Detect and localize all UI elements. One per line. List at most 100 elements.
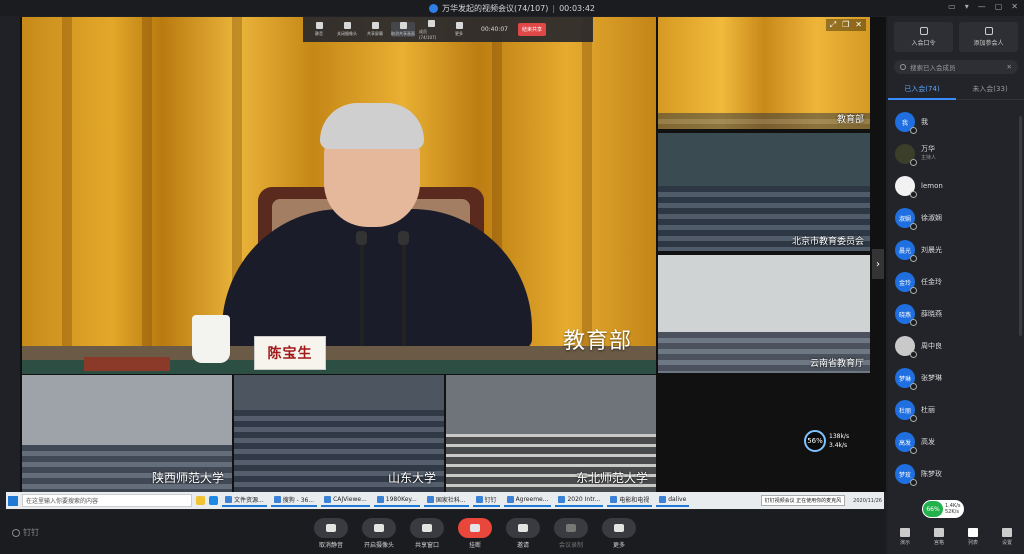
window-controls: ▭ ▾ — ▢ ✕ xyxy=(948,2,1018,11)
taskbar-app[interactable]: Agreeme... xyxy=(503,494,552,507)
taskbar-app[interactable]: 2020 Intr... xyxy=(555,494,604,507)
hangup-button[interactable]: 挂断 xyxy=(458,518,492,549)
taskbar-app[interactable]: 电影和电视 xyxy=(607,494,653,507)
clear-icon[interactable]: ✕ xyxy=(1007,63,1012,71)
member-role: 主持人 xyxy=(921,155,937,161)
share-toolbar: 静音 关闭摄像头 共享屏幕 取消共享画面 成员(74/107) 更多 00:40… xyxy=(303,17,593,42)
mic-status-icon xyxy=(910,447,917,454)
bottom-video-tile[interactable]: 山东大学 xyxy=(234,375,444,492)
settings-button[interactable]: 设置 xyxy=(994,528,1020,546)
key-icon xyxy=(919,27,928,35)
members-icon xyxy=(427,19,435,27)
side-video-tile[interactable]: ⤢ ❐ ✕ 教育部 xyxy=(658,17,870,129)
more-button[interactable]: 更多 xyxy=(602,518,636,549)
windows-taskbar: 在这里输入你要搜索的内容 文件资源... 搜狗 - 36... CAJViewe… xyxy=(6,492,884,509)
unmute-button[interactable]: 取消静音 xyxy=(314,518,348,549)
toolbar-members-button[interactable]: 成员(74/107) xyxy=(419,19,443,40)
member-name: 薛晓燕 xyxy=(921,309,942,318)
end-share-button[interactable]: 结束共享 xyxy=(517,23,546,36)
member-search-input[interactable]: 搜索已入会成员 ✕ xyxy=(894,60,1018,74)
tile-label: 教育部 xyxy=(836,115,864,125)
taskbar-app[interactable]: 文件资源... xyxy=(222,494,267,507)
avatar: 晨光 xyxy=(895,240,917,262)
taskbar-app[interactable]: 国家社科... xyxy=(423,494,469,507)
minimize-button[interactable]: — xyxy=(978,2,986,11)
tile-label: 山东大学 xyxy=(387,471,436,485)
bottom-video-tile[interactable]: 东北师范大学 xyxy=(446,375,656,492)
share-window-button[interactable]: 共享窗口 xyxy=(410,518,444,549)
panel-scrollbar[interactable] xyxy=(1019,116,1022,336)
taskbar-app[interactable]: CAJViewe... xyxy=(321,494,370,507)
restore-icon[interactable]: ❐ xyxy=(842,20,849,30)
tab-not-joined[interactable]: 未入会(33) xyxy=(956,80,1024,100)
maximize-button[interactable]: ▢ xyxy=(995,2,1003,11)
tile-label: 东北师范大学 xyxy=(575,471,648,485)
member-list: 我我 万华 主持人 lemon 淑娴 徐淑娴 晨光 刘晨光 金玲 任金玲 晓燕 薛晓燕 周… xyxy=(888,100,1024,490)
member-item[interactable]: 我我 xyxy=(888,106,1024,138)
toolbar-more-button[interactable]: 更多 xyxy=(447,22,471,37)
window-title: 万华发起的视频会议(74/107) xyxy=(441,3,549,13)
side-video-tile[interactable]: 北京市教育委员会 xyxy=(658,133,870,251)
taskbar-app[interactable]: 搜狗 - 36... xyxy=(270,494,318,507)
avatar: 我 xyxy=(895,112,917,134)
member-item[interactable]: 梦琳 张梦琳 xyxy=(888,362,1024,394)
member-item[interactable]: 晨光 刘晨光 xyxy=(888,234,1024,266)
bottom-video-tile[interactable]: 陕西师范大学 xyxy=(22,375,232,492)
chevron-right-icon[interactable]: › xyxy=(872,249,884,279)
toolbar-share-button[interactable]: 共享屏幕 xyxy=(363,22,387,37)
close-tile-icon[interactable]: ✕ xyxy=(855,20,862,30)
member-item[interactable]: 周中良 xyxy=(888,330,1024,362)
mic-status-icon xyxy=(910,415,917,422)
tab-joined[interactable]: 已入会(74) xyxy=(888,80,956,100)
speed-badge: 66% 1.4K/s 52K/s xyxy=(922,500,964,518)
fullscreen-icon[interactable]: ⤢ xyxy=(830,20,836,30)
taskbar-app[interactable]: 1980Key... xyxy=(373,494,420,507)
add-participant-button[interactable]: 添加参会人 xyxy=(959,22,1018,52)
members-panel: 入会口令 添加参会人 搜索已入会成员 ✕ 已入会(74) 未入会(33) 我我 … xyxy=(888,16,1024,554)
share-screen-icon xyxy=(422,524,432,532)
share-icon xyxy=(371,22,379,29)
toolbar-layout-button[interactable]: 取消共享画面 xyxy=(391,22,415,37)
camera-on-button[interactable]: 开启摄像头 xyxy=(362,518,396,549)
record-button[interactable]: 会议录制 xyxy=(554,518,588,549)
member-item[interactable]: 万华 主持人 xyxy=(888,138,1024,170)
folder-icon[interactable] xyxy=(196,496,205,505)
nameplate: 陈宝生 xyxy=(254,336,326,370)
invite-button[interactable]: 邀请 xyxy=(506,518,540,549)
taskbar-app[interactable]: 钉钉 xyxy=(472,494,500,507)
mic-status-icon xyxy=(910,159,917,166)
grid-button[interactable]: 宫格 xyxy=(926,528,952,546)
record-icon xyxy=(566,524,576,532)
pip-button[interactable]: ▭ xyxy=(948,2,956,11)
taskbar-search-input[interactable]: 在这里输入你要搜索的内容 xyxy=(22,494,192,507)
member-item[interactable]: 杜丽 杜丽 xyxy=(888,394,1024,426)
member-item[interactable]: 高发 高发 xyxy=(888,426,1024,458)
member-item[interactable]: lemon xyxy=(888,170,1024,202)
list-button[interactable]: 列表 xyxy=(960,528,986,546)
meeting-timer: 00:03:42 xyxy=(559,3,596,13)
main-speaker-video[interactable]: 陈宝生 教育部 xyxy=(22,17,656,374)
present-icon xyxy=(900,528,910,537)
windows-start-icon[interactable] xyxy=(8,495,18,506)
mic-usage-notification[interactable]: 钉钉视频会议 正在使用你的麦克风 xyxy=(760,495,846,506)
present-button[interactable]: 演示 xyxy=(892,528,918,546)
taskbar-app[interactable]: dalive xyxy=(656,494,690,507)
member-item[interactable]: 梦玫 陈梦玫 xyxy=(888,458,1024,490)
member-name: 我 xyxy=(921,117,928,126)
toolbar-mute-button[interactable]: 静音 xyxy=(307,22,331,37)
close-button[interactable]: ✕ xyxy=(1011,2,1018,11)
member-name: 周中良 xyxy=(921,341,942,350)
net-down: 3.4k/s xyxy=(829,442,848,449)
member-name: 张梦琳 xyxy=(921,373,942,382)
member-item[interactable]: 淑娴 徐淑娴 xyxy=(888,202,1024,234)
member-item[interactable]: 晓燕 薛晓燕 xyxy=(888,298,1024,330)
join-code-button[interactable]: 入会口令 xyxy=(894,22,953,52)
brand: 钉钉 xyxy=(12,527,39,538)
side-video-tile[interactable]: 云南省教育厅 xyxy=(658,255,870,373)
edge-icon[interactable] xyxy=(209,496,218,505)
member-name: 高发 xyxy=(921,437,935,446)
taskbar-date: 2020/11/26 xyxy=(853,497,882,504)
dropdown-button[interactable]: ▾ xyxy=(965,2,969,11)
toolbar-camera-button[interactable]: 关闭摄像头 xyxy=(335,22,359,37)
member-item[interactable]: 金玲 任金玲 xyxy=(888,266,1024,298)
